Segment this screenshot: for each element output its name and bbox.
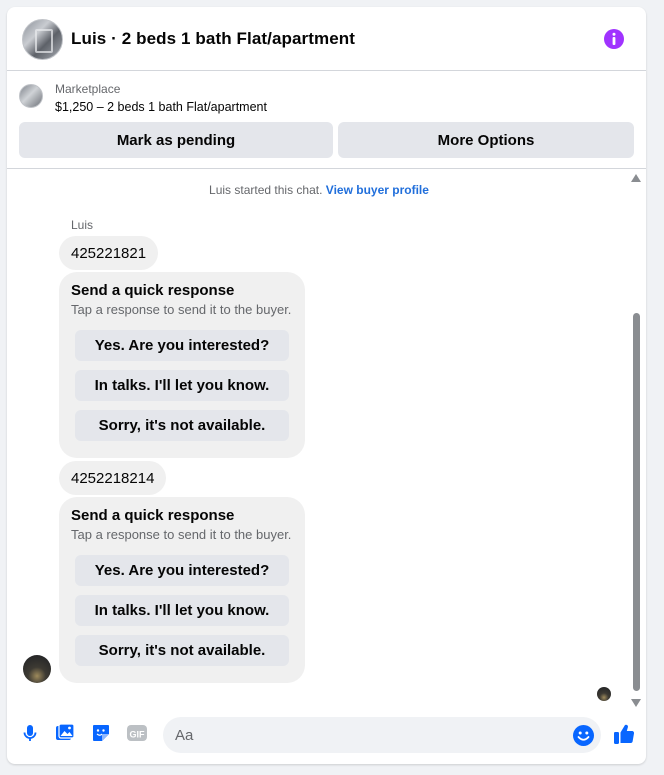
- quick-response-yes-button[interactable]: Yes. Are you interested?: [75, 555, 289, 586]
- quick-response-not-available-button[interactable]: Sorry, it's not available.: [75, 635, 289, 666]
- quick-response-not-available-button[interactable]: Sorry, it's not available.: [75, 410, 289, 441]
- sender-name: Luis: [71, 218, 94, 232]
- quick-response-title: Send a quick response: [71, 507, 235, 524]
- photo-icon[interactable]: [55, 723, 75, 743]
- buyer-avatar[interactable]: [23, 655, 51, 683]
- quick-response-in-talks-button[interactable]: In talks. I'll let you know.: [75, 595, 289, 626]
- scroll-up-arrow-icon[interactable]: [631, 174, 641, 182]
- chat-title[interactable]: Luis · 2 beds 1 bath Flat/apartment: [71, 29, 355, 49]
- seen-indicator-avatar: [597, 687, 611, 701]
- quick-response-yes-button[interactable]: Yes. Are you interested?: [75, 330, 289, 361]
- listing-thumbnail[interactable]: [19, 84, 43, 108]
- emoji-icon[interactable]: [573, 725, 594, 746]
- message-bubble[interactable]: 425221821: [59, 236, 159, 270]
- more-options-button[interactable]: More Options: [338, 122, 634, 158]
- listing-label: Marketplace: [55, 82, 121, 96]
- quick-response-in-talks-button[interactable]: In talks. I'll let you know.: [75, 370, 289, 401]
- gif-icon[interactable]: GIF: [126, 723, 148, 743]
- scrollbar-thumb[interactable]: [633, 313, 640, 691]
- scroll-down-arrow-icon[interactable]: [631, 699, 641, 707]
- gif-label: GIF: [130, 730, 146, 740]
- quick-response-card: Send a quick response Tap a response to …: [59, 497, 305, 683]
- chat-window: Luis · 2 beds 1 bath Flat/apartment Mark…: [7, 7, 646, 764]
- message-input[interactable]: [163, 717, 601, 753]
- quick-response-title: Send a quick response: [71, 282, 235, 299]
- chat-started-notice: Luis started this chat. View buyer profi…: [7, 183, 631, 197]
- mark-as-pending-button[interactable]: Mark as pending: [19, 122, 333, 158]
- listing-title[interactable]: $1,250 – 2 beds 1 bath Flat/apartment: [55, 100, 267, 114]
- quick-response-subtitle: Tap a response to send it to the buyer.: [71, 302, 292, 317]
- thumbs-up-icon[interactable]: [613, 723, 635, 745]
- quick-response-card: Send a quick response Tap a response to …: [59, 272, 305, 458]
- sticker-icon[interactable]: [91, 723, 111, 743]
- listing-avatar[interactable]: [22, 19, 63, 60]
- microphone-icon[interactable]: [20, 723, 40, 743]
- chat-started-text: Luis started this chat.: [209, 183, 323, 197]
- view-buyer-profile-link[interactable]: View buyer profile: [326, 183, 429, 197]
- chat-header: Luis · 2 beds 1 bath Flat/apartment: [7, 7, 646, 71]
- info-icon[interactable]: [604, 29, 624, 49]
- quick-response-subtitle: Tap a response to send it to the buyer.: [71, 527, 292, 542]
- message-bubble[interactable]: 4252218214: [59, 461, 167, 495]
